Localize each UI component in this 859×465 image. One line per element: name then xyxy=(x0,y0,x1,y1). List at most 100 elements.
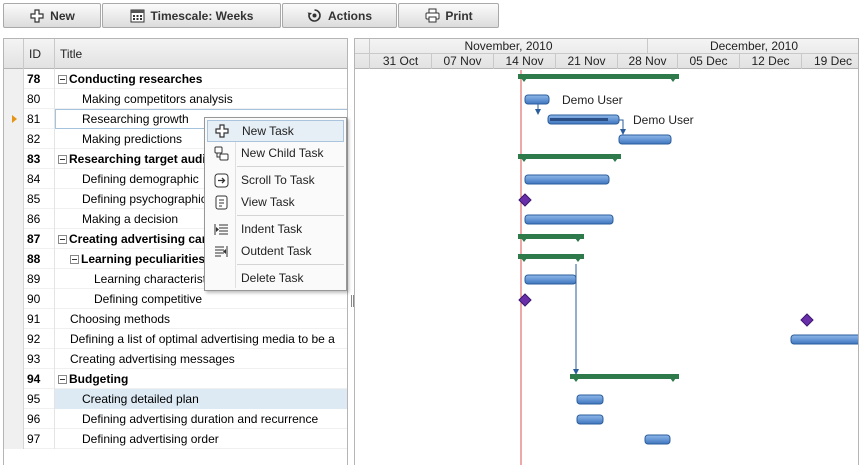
task-title: Learning characteristics xyxy=(94,272,221,286)
timeline-week-prev xyxy=(355,54,370,69)
task-bar[interactable] xyxy=(524,174,610,185)
task-title: Making predictions xyxy=(82,132,183,146)
table-row[interactable]: 97 Defining advertising order xyxy=(4,429,347,449)
task-assignee: Demo User xyxy=(633,113,694,127)
task-bar[interactable] xyxy=(618,134,672,145)
table-row[interactable]: 78 Conducting researches xyxy=(4,69,347,89)
task-bar[interactable] xyxy=(644,434,671,445)
row-selector[interactable] xyxy=(4,89,24,109)
task-assignee: Demo User xyxy=(562,93,623,107)
row-selector[interactable] xyxy=(4,289,24,309)
row-selector[interactable] xyxy=(4,349,24,369)
cell-id: 80 xyxy=(24,89,55,109)
task-bar[interactable] xyxy=(524,274,577,285)
actions-button[interactable]: Actions xyxy=(282,3,397,28)
menu-item-scroll-to-task[interactable]: Scroll To Task xyxy=(207,169,344,191)
new-button-label: New xyxy=(50,8,75,23)
cell-title[interactable]: Making competitors analysis xyxy=(55,89,347,109)
table-row[interactable]: 90 Defining competitive xyxy=(4,289,347,309)
task-bar[interactable] xyxy=(576,414,604,425)
menu-item-new-task[interactable]: New Task xyxy=(207,120,344,142)
cell-title[interactable]: Conducting researches xyxy=(55,69,347,89)
table-row[interactable]: 95 Creating detailed plan xyxy=(4,389,347,409)
table-row[interactable]: 80 Making competitors analysis xyxy=(4,89,347,109)
task-bar[interactable] xyxy=(524,94,550,105)
grid-header: ID Title xyxy=(4,39,347,69)
row-selector[interactable] xyxy=(4,69,24,89)
header-title[interactable]: Title xyxy=(55,39,347,69)
cell-title[interactable]: Budgeting xyxy=(55,369,347,389)
menu-item-new-child-task[interactable]: New Child Task xyxy=(207,142,344,164)
cell-id: 95 xyxy=(24,389,55,409)
timeline-month-prev xyxy=(355,39,370,54)
row-selector[interactable] xyxy=(4,209,24,229)
timeline-week: 14 Nov xyxy=(494,54,556,69)
new-button[interactable]: New xyxy=(3,3,101,28)
plus-icon xyxy=(29,8,45,24)
cell-title[interactable]: Creating advertising messages xyxy=(55,349,347,369)
menu-item-label: Delete Task xyxy=(241,271,304,285)
row-selector[interactable] xyxy=(4,109,24,129)
row-selector[interactable] xyxy=(4,429,24,449)
menu-item-view-task[interactable]: View Task xyxy=(207,191,344,213)
cell-id: 85 xyxy=(24,189,55,209)
cell-id: 78 xyxy=(24,69,55,89)
row-selector[interactable] xyxy=(4,309,24,329)
print-button-label: Print xyxy=(445,8,473,23)
cell-title[interactable]: Defining competitive xyxy=(55,289,347,309)
print-button[interactable]: Print xyxy=(398,3,499,28)
row-selector[interactable] xyxy=(4,169,24,189)
summary-bar[interactable] xyxy=(518,74,679,82)
collapse-toggle-icon[interactable] xyxy=(58,235,67,245)
row-selector[interactable] xyxy=(4,269,24,289)
task-bar[interactable] xyxy=(524,214,614,225)
cell-title[interactable]: Defining advertising order xyxy=(55,429,347,449)
task-bar[interactable] xyxy=(790,334,859,345)
menu-item-label: Outdent Task xyxy=(241,244,312,258)
collapse-toggle-icon[interactable] xyxy=(58,75,67,85)
timeline-week: 28 Nov xyxy=(618,54,678,69)
row-selector[interactable] xyxy=(4,129,24,149)
row-selector[interactable] xyxy=(4,189,24,209)
cell-id: 97 xyxy=(24,429,55,449)
summary-bar[interactable] xyxy=(518,154,621,162)
row-selector[interactable] xyxy=(4,409,24,429)
task-title: Defining psychographic xyxy=(82,192,207,206)
row-selector[interactable] xyxy=(4,249,24,269)
table-row[interactable]: 92 Defining a list of optimal advertising… xyxy=(4,329,347,349)
task-title: Budgeting xyxy=(69,372,129,386)
milestone-marker[interactable] xyxy=(800,313,814,327)
collapse-toggle-icon[interactable] xyxy=(70,255,79,265)
collapse-toggle-icon[interactable] xyxy=(58,375,67,385)
row-selector[interactable] xyxy=(4,389,24,409)
row-selector[interactable] xyxy=(4,149,24,169)
timeline-week: 05 Dec xyxy=(678,54,740,69)
menu-item-outdent-task[interactable]: Outdent Task xyxy=(207,240,344,262)
row-selector[interactable] xyxy=(4,329,24,349)
table-row[interactable]: 94 Budgeting xyxy=(4,369,347,389)
cell-id: 89 xyxy=(24,269,55,289)
task-title: Conducting researches xyxy=(69,72,203,86)
cell-title[interactable]: Choosing methods xyxy=(55,309,347,329)
cell-title[interactable]: Defining advertising duration and recurr… xyxy=(55,409,347,429)
menu-item-delete-task[interactable]: Delete Task xyxy=(207,267,344,289)
actions-button-label: Actions xyxy=(327,8,372,23)
table-row[interactable]: 96 Defining advertising duration and recu… xyxy=(4,409,347,429)
cell-title[interactable]: Creating detailed plan xyxy=(55,389,347,409)
timeline-week: 12 Dec xyxy=(740,54,802,69)
cell-id: 86 xyxy=(24,209,55,229)
menu-item-indent-task[interactable]: Indent Task xyxy=(207,218,344,240)
summary-bar[interactable] xyxy=(570,374,679,382)
row-selector[interactable] xyxy=(4,229,24,249)
summary-bar[interactable] xyxy=(518,254,584,262)
task-bar[interactable] xyxy=(576,394,604,405)
cell-title[interactable]: Defining a list of optimal advertising m… xyxy=(55,329,347,349)
timescale-button[interactable]: Timescale: Weeks xyxy=(102,3,281,28)
cell-id: 93 xyxy=(24,349,55,369)
header-id[interactable]: ID xyxy=(24,39,55,69)
row-selector[interactable] xyxy=(4,369,24,389)
collapse-toggle-icon[interactable] xyxy=(58,155,67,165)
summary-bar[interactable] xyxy=(518,234,584,242)
table-row[interactable]: 91 Choosing methods xyxy=(4,309,347,329)
table-row[interactable]: 93 Creating advertising messages xyxy=(4,349,347,369)
